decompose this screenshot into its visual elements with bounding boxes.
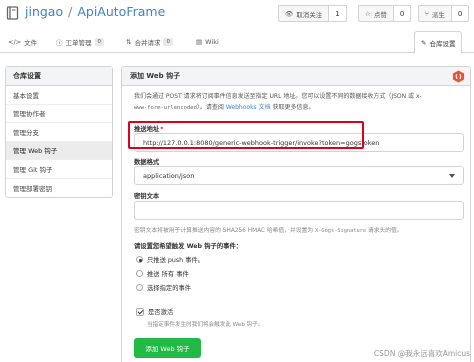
tools-icon: ✎: [421, 38, 427, 47]
description-line-1: 我们会通过 POST 请求将订阅事件信息发送至指定 URL 地址。您可以设置不同…: [134, 93, 422, 100]
event-radio-custom[interactable]: 选择指定的事件: [136, 283, 191, 292]
webhooks-docs-link[interactable]: Webhooks 文档: [226, 104, 271, 111]
payload-url-input[interactable]: http://127.0.0.1:8080/generic-webhook-tr…: [134, 133, 464, 152]
add-webhook-button[interactable]: 添加 Web 钩子: [134, 338, 201, 358]
tab-pull-requests[interactable]: ⇅ 合并请求 0: [126, 31, 173, 53]
tab-issues[interactable]: ⓘ 工单管理 0: [56, 31, 104, 53]
description-end: 获取更多信息。: [270, 104, 315, 111]
tab-pull-requests-badge: 0: [163, 38, 173, 46]
sidebar-item-collaborators[interactable]: 管理协作者: [6, 105, 112, 123]
pull-request-icon: ⇅: [126, 38, 132, 46]
radio-label: 只推送 push 事件。: [147, 257, 205, 264]
description-mono: www-form-urlencoded: [134, 105, 197, 111]
radio-indicator: [136, 256, 143, 263]
fork-label: 派生: [431, 10, 445, 19]
content-type-label: 数据格式: [134, 159, 160, 166]
checkbox-indicator: [136, 307, 144, 316]
fork-button[interactable]: ⑂ 派生 0: [418, 5, 470, 22]
sidebar-item-branches[interactable]: 管理分支: [6, 123, 112, 142]
repo-book-icon: [6, 6, 19, 20]
active-label: 是否激活: [148, 309, 174, 316]
tab-wiki-label: Wiki: [205, 38, 219, 46]
secret-label: 密钥文本: [134, 193, 160, 200]
payload-url-label: 推送地址*: [134, 126, 164, 133]
gogs-logo-icon: [452, 70, 465, 83]
repo-owner-link[interactable]: jingao: [25, 4, 63, 19]
fork-icon: ⑂: [425, 9, 429, 18]
issue-icon: ⓘ: [56, 39, 63, 47]
radio-label: 推送 所有 事件: [147, 271, 189, 278]
fork-count[interactable]: 0: [450, 6, 469, 21]
event-radio-push-only[interactable]: 只推送 push 事件。: [136, 255, 204, 264]
tab-settings[interactable]: ✎ 仓库设置: [414, 31, 463, 54]
watermark: CSDN @我永远喜欢Amicus: [373, 349, 470, 358]
sidebar-item-options[interactable]: 基本设置: [6, 86, 112, 105]
tab-settings-label: 仓库设置: [429, 39, 456, 48]
sidebar-title: 仓库设置: [6, 67, 112, 86]
secret-help: 密钥文本将被用于计算推送内容的 SHA256 HMAC 哈希值，并设置为 X-G…: [134, 228, 403, 234]
radio-indicator: [136, 270, 143, 277]
unwatch-label: 取消关注: [296, 10, 323, 19]
repo-header: jingao / ApiAutoFrame 👁 取消关注 1 ☆ 点赞 0 ⑂ 派生 0: [0, 0, 474, 28]
secret-input[interactable]: [134, 201, 464, 220]
content-type-select[interactable]: application/json: [134, 166, 464, 185]
eye-icon: 👁: [285, 9, 294, 18]
settings-sidebar: 仓库设置 基本设置 管理协作者 管理分支 管理 Web 钩子 管理 Git 钩子…: [5, 66, 113, 198]
description-mid: ）。请查阅: [196, 104, 226, 111]
star-label: 点赞: [373, 10, 387, 19]
code-icon: </>: [8, 38, 22, 46]
panel-title: 添加 Web 钩子: [122, 67, 470, 86]
event-radio-all[interactable]: 推送 所有 事件: [136, 269, 189, 278]
active-help: 当指定事件发生时我们将会触发此 Web 钩子。: [147, 322, 264, 328]
unwatch-button[interactable]: 👁 取消关注 1: [278, 5, 347, 22]
active-checkbox[interactable]: 是否激活: [136, 307, 173, 316]
repo-separator: /: [68, 4, 73, 19]
events-label: 请设置您希望触发 Web 钩子的事件：: [134, 243, 243, 250]
tab-issues-label: 工单管理: [65, 39, 92, 47]
book-icon: ▤: [196, 38, 203, 46]
tab-issues-badge: 0: [94, 38, 104, 46]
sidebar-item-deploy-keys[interactable]: 管理部署密钥: [6, 179, 112, 198]
tab-pull-requests-label: 合并请求: [134, 39, 161, 47]
radio-label: 选择指定的事件: [147, 285, 192, 292]
repo-name-link[interactable]: ApiAutoFrame: [77, 4, 165, 19]
tab-files[interactable]: </> 文件: [8, 31, 37, 53]
star-count[interactable]: 0: [392, 6, 411, 21]
star-button[interactable]: ☆ 点赞 0: [358, 5, 412, 22]
unwatch-count[interactable]: 1: [328, 6, 346, 21]
sidebar-item-webhooks[interactable]: 管理 Web 钩子: [6, 141, 112, 160]
repo-tabs: </> 文件 ⓘ 工单管理 0 ⇅ 合并请求 0 ▤ Wiki ✎ 仓库设置: [0, 31, 474, 54]
repo-title: jingao / ApiAutoFrame: [25, 4, 165, 19]
star-icon: ☆: [365, 9, 371, 18]
required-star: *: [160, 126, 164, 133]
tab-files-label: 文件: [24, 39, 38, 47]
sidebar-item-git-hooks[interactable]: 管理 Git 钩子: [6, 160, 112, 179]
webhook-description: 我们会通过 POST 请求将订阅事件信息发送至指定 URL 地址。您可以设置不同…: [134, 91, 464, 114]
radio-indicator: [136, 284, 143, 291]
add-webhook-panel: 添加 Web 钩子 我们会通过 POST 请求将订阅事件信息发送至指定 URL …: [121, 66, 471, 362]
tab-wiki[interactable]: ▤ Wiki: [196, 31, 219, 53]
